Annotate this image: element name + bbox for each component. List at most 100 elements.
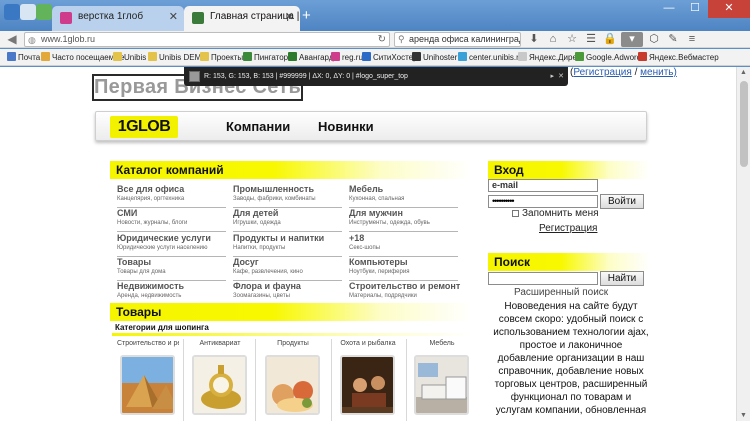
advanced-search-link[interactable]: Расширенный поиск — [514, 287, 608, 298]
bookmark-item[interactable]: Unibis DEMO — [148, 52, 207, 62]
bookmarks-list-icon[interactable]: ☰ — [583, 32, 599, 47]
product-category[interactable]: Мебель — [411, 339, 473, 421]
top-register-suffix[interactable]: менить) — [640, 67, 677, 78]
scroll-down-icon[interactable]: ▼ — [740, 412, 747, 419]
bookmark-item[interactable]: Яндекс.Вебмастер — [638, 52, 719, 62]
product-category[interactable]: Антиквариат — [189, 339, 251, 421]
catalog-item-name[interactable]: Юридические услуги — [117, 233, 226, 244]
reload-icon[interactable]: ↻ — [378, 33, 386, 46]
catalog-item[interactable]: Строительство и ремонт Материалы, подрядч… — [349, 281, 460, 306]
download-icon[interactable]: ⬇ — [526, 32, 542, 47]
catalog-item-name[interactable]: Строительство и ремонт — [349, 281, 460, 292]
password-field[interactable]: •••••••••• — [488, 195, 598, 208]
new-tab-icon[interactable]: + — [302, 8, 311, 23]
catalog-item[interactable]: Досуг Кафе, развлечения, кино — [233, 257, 342, 281]
navigation-bar: ◀ ◍ www.1glob.ru ↻ ⚲ аренда офиса калини… — [0, 31, 750, 48]
close-window-icon[interactable]: ✕ — [708, 0, 750, 18]
search-icon: ⚲ — [398, 34, 405, 44]
bookmark-item[interactable]: Unibis — [113, 52, 146, 62]
bookmark-item[interactable]: Google.Adwords — [575, 52, 645, 62]
catalog-item-name[interactable]: Компьютеры — [349, 257, 458, 268]
menu-companies[interactable]: Компании — [226, 119, 290, 134]
email-field[interactable]: e-mail — [488, 179, 598, 192]
catalog-item[interactable]: СМИ Новости, журналы, блоги — [117, 208, 226, 233]
catalog-item[interactable]: Флора и фауна Зоомагазины, цветы — [233, 281, 342, 306]
search-button[interactable]: Найти — [600, 271, 644, 286]
pinned-tab-green-icon[interactable] — [36, 4, 52, 20]
picker-next-icon[interactable]: ▸ — [550, 67, 554, 86]
minimize-icon[interactable]: — — [656, 0, 682, 18]
tab-first[interactable]: верстка 1глоб ✕ — [52, 6, 184, 31]
bookmark-item[interactable]: Unihoster — [412, 52, 457, 62]
catalog-item[interactable]: Все для офиса Канцелярия, оргтехника — [117, 184, 226, 208]
catalog-item-name[interactable]: СМИ — [117, 208, 226, 219]
scroll-up-icon[interactable]: ▲ — [740, 69, 747, 76]
eyedropper-icon[interactable]: ✎ — [665, 32, 681, 47]
pinned-tab-icon[interactable] — [20, 4, 36, 20]
catalog-item-name[interactable]: Для детей — [233, 208, 342, 219]
catalog-item[interactable]: +18 Секс-шопы — [349, 233, 458, 257]
catalog-item-subtitle: Новости, журналы, блоги — [117, 220, 188, 227]
maximize-icon[interactable]: ☐ — [682, 0, 708, 18]
bookmark-item[interactable]: Часто посещаемые — [41, 52, 124, 62]
catalog-item-name[interactable]: Досуг — [233, 257, 342, 268]
page-scrollbar[interactable]: ▲ ▼ — [736, 67, 750, 421]
tab-active[interactable]: Главная страница | Перва... ✕ — [184, 6, 300, 31]
catalog-item[interactable]: Юридические услуги Юридические услуги нас… — [117, 233, 226, 257]
product-label: Мебель — [429, 340, 455, 347]
bookmark-item[interactable]: Проекты — [200, 52, 243, 62]
bookmark-item[interactable]: reg.ru — [331, 52, 363, 62]
site-logo[interactable]: 1GLOB — [110, 116, 178, 138]
catalog-item-name[interactable]: Промышленность — [233, 184, 342, 195]
bookmark-item[interactable]: Почта — [7, 52, 40, 62]
catalog-item-name[interactable]: Для мужчин — [349, 208, 458, 219]
bookmark-star-icon[interactable]: ☆ — [564, 32, 580, 47]
product-category[interactable]: Строительство и ремонт — [117, 339, 179, 421]
catalog-item-subtitle: Юридические услуги населению — [117, 244, 208, 251]
catalog-item-name[interactable]: +18 — [349, 233, 458, 244]
address-bar[interactable]: ◍ www.1glob.ru ↻ — [24, 32, 390, 47]
bookmark-item[interactable]: Авангард — [288, 52, 334, 62]
remember-label[interactable]: Запомнить меня — [522, 208, 599, 219]
catalog-item-subtitle: Инструменты, одежда, обувь — [349, 220, 430, 227]
furniture-image — [414, 355, 469, 415]
catalog-item-name[interactable]: Флора и фауна — [233, 281, 342, 292]
catalog-item[interactable]: Промышленность Заводы, фабрики, комбинаты — [233, 184, 342, 208]
catalog-item[interactable]: Продукты и напитки Напитки, продукты — [233, 233, 342, 257]
extension-icon[interactable]: ⬡ — [646, 32, 662, 47]
menu-new[interactable]: Новинки — [318, 119, 374, 134]
catalog-item-name[interactable]: Мебель — [349, 184, 458, 195]
register-link[interactable]: Регистрация — [539, 223, 597, 234]
site-search-input[interactable] — [488, 272, 598, 285]
home-icon[interactable]: ⌂ — [545, 32, 561, 47]
firebug-icon[interactable]: ▾ — [621, 32, 643, 47]
catalog-item-name[interactable]: Товары — [117, 257, 226, 268]
scroll-thumb[interactable] — [740, 81, 748, 167]
bookmark-item[interactable]: Пингатор — [243, 52, 288, 62]
catalog-item[interactable]: Недвижимость Аренда, недвижимость — [117, 281, 226, 306]
catalog-item-subtitle: Ноутбуки, периферия — [349, 268, 410, 275]
panorama-icon[interactable] — [4, 4, 20, 20]
product-category[interactable]: Продукты — [262, 339, 324, 421]
lock-icon[interactable]: 🔒 — [602, 32, 618, 47]
menu-icon[interactable]: ≡ — [684, 32, 700, 47]
catalog-item[interactable]: Для мужчин Инструменты, одежда, обувь — [349, 208, 458, 233]
catalog-item[interactable]: Для детей Игрушки, одежда — [233, 208, 342, 233]
product-category[interactable]: Охота и рыбалка — [337, 339, 399, 421]
catalog-item[interactable]: Товары Товары для дома — [117, 257, 226, 281]
picker-close-icon[interactable]: ✕ — [558, 67, 564, 86]
back-icon[interactable]: ◀ — [4, 32, 20, 46]
catalog-item[interactable]: Компьютеры Ноутбуки, периферия — [349, 257, 458, 281]
catalog-item[interactable]: Мебель Кухонная, спальная — [349, 184, 458, 208]
catalog-item-name[interactable]: Продукты и напитки — [233, 233, 342, 244]
catalog-item-name[interactable]: Недвижимость — [117, 281, 226, 292]
search-bar[interactable]: ⚲ аренда офиса калининград — [394, 32, 521, 47]
remember-checkbox[interactable] — [512, 210, 519, 217]
bookmark-item[interactable]: center.unibis.ru — [458, 52, 523, 62]
catalog-item-name[interactable]: Все для офиса — [117, 184, 226, 195]
top-register-link[interactable]: Регистрация — [573, 67, 631, 78]
tab-close-icon[interactable]: ✕ — [285, 10, 294, 23]
bookmark-item[interactable]: СитиХостер — [362, 52, 418, 62]
login-button[interactable]: Войти — [600, 194, 644, 209]
tab-close-icon[interactable]: ✕ — [169, 10, 178, 23]
